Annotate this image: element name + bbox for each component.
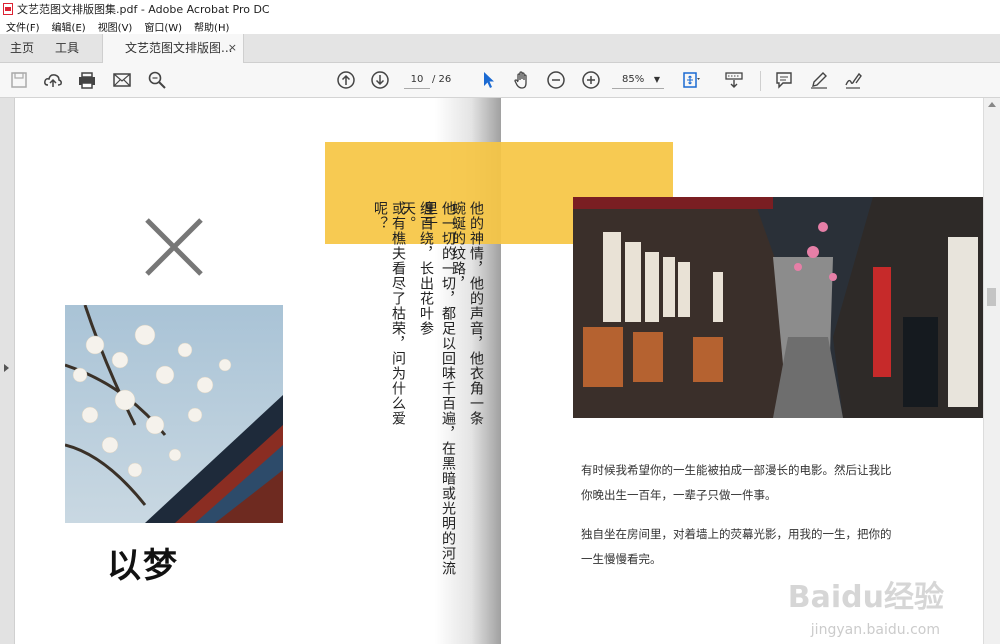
scroll-up-arrow-icon[interactable] <box>988 102 996 107</box>
upload-button[interactable] <box>42 69 64 91</box>
zoom-in-button[interactable] <box>580 69 602 91</box>
email-button[interactable] <box>111 69 133 91</box>
heading-text: 以梦 <box>107 546 179 586</box>
tab-tools[interactable]: 工具 <box>55 34 79 62</box>
vertical-text-column-4: 或有樵夫看尽了枯荣，问为什么爱呢？ <box>372 201 406 426</box>
page-total: / 26 <box>432 74 452 85</box>
vertical-scrollbar[interactable] <box>983 98 1000 644</box>
previous-page-button[interactable] <box>335 69 357 91</box>
arrow-down-circle-icon <box>371 71 389 89</box>
cloud-upload-icon <box>44 74 62 87</box>
zoom-level-value: 85% <box>622 74 645 85</box>
menu-view[interactable]: 视图(V) <box>98 19 133 34</box>
save-icon <box>11 72 27 88</box>
search-icon <box>148 71 166 89</box>
highlight-button[interactable] <box>808 69 830 91</box>
hand-tool-button[interactable] <box>511 69 533 91</box>
comment-icon <box>776 72 792 89</box>
fit-page-icon <box>683 72 700 88</box>
window-titlebar: 文艺范图文排版图集.pdf - Adobe Acrobat Pro DC <box>0 0 1000 18</box>
alley-street-photo <box>573 197 984 418</box>
pen-icon <box>811 72 827 89</box>
x-decoration-icon <box>145 218 203 276</box>
tab-document-label: 文艺范图文排版图... <box>125 41 233 55</box>
menu-edit[interactable]: 编辑(E) <box>52 19 86 34</box>
chevron-right-icon <box>4 364 9 372</box>
zoom-out-button[interactable] <box>545 69 567 91</box>
menu-file[interactable]: 文件(F) <box>6 19 40 34</box>
scroll-mode-button[interactable] <box>723 69 745 91</box>
toolbar: 10 / 26 85% ▼ <box>0 63 1000 98</box>
toolbar-divider <box>760 71 761 91</box>
select-tool-button[interactable] <box>477 69 499 91</box>
window-title: 文艺范图文排版图集.pdf - Adobe Acrobat Pro DC <box>17 3 270 16</box>
pdf-file-icon <box>3 3 13 15</box>
comment-button[interactable] <box>773 69 795 91</box>
page-layout-button[interactable] <box>680 69 702 91</box>
page-number-input[interactable]: 10 <box>404 72 430 89</box>
signature-icon <box>845 72 862 89</box>
paragraph-2-line-1: 独自坐在房间里，对着墙上的荧幕光影，用我的一生，把你的 <box>581 527 892 541</box>
minus-circle-icon <box>547 71 565 89</box>
save-button[interactable] <box>8 69 30 91</box>
baidu-watermark: Baidu经验 <box>787 580 944 615</box>
scrollbar-thumb[interactable] <box>987 288 996 306</box>
mail-icon <box>113 73 131 87</box>
zoom-level-select[interactable]: 85% ▼ <box>612 72 664 89</box>
sign-button[interactable] <box>842 69 864 91</box>
paragraph-2-line-2: 一生慢慢看完。 <box>581 552 662 566</box>
hand-icon <box>514 71 527 89</box>
paragraph-1-line-1: 有时候我希望你的一生能被拍成一部漫长的电影。然后让我比 <box>581 463 892 477</box>
paragraph-1: 有时候我希望你的一生能被拍成一部漫长的电影。然后让我比 你晚出生一百年，一辈子只… <box>581 458 921 508</box>
menu-bar: 文件(F) 编辑(E) 视图(V) 窗口(W) 帮助(H) <box>0 18 1000 34</box>
printer-icon <box>79 72 95 89</box>
tab-home[interactable]: 主页 <box>10 34 34 62</box>
keyboard-down-icon <box>725 72 743 88</box>
tab-bar: 主页 工具 文艺范图文排版图... × <box>0 34 1000 63</box>
navigation-pane-toggle[interactable] <box>0 98 15 644</box>
next-page-button[interactable] <box>369 69 391 91</box>
plus-circle-icon <box>582 71 600 89</box>
cursor-arrow-icon <box>484 72 494 88</box>
pdf-page: 以梦 他的神情，他的声音，他衣角一条蜿蜒的纹路， 他一切的一切，都足以回味千百遍… <box>15 98 984 644</box>
print-button[interactable] <box>76 69 98 91</box>
menu-window[interactable]: 窗口(W) <box>144 19 182 34</box>
magnolia-photo <box>65 305 283 523</box>
menu-help[interactable]: 帮助(H) <box>194 19 229 34</box>
chevron-down-icon: ▼ <box>653 75 660 84</box>
baidu-watermark-url: jingyan.baidu.com <box>810 622 940 638</box>
paragraph-2: 独自坐在房间里，对着墙上的荧幕光影，用我的一生，把你的 一生慢慢看完。 <box>581 522 921 572</box>
tab-close-button[interactable]: × <box>228 34 237 62</box>
find-button[interactable] <box>146 69 168 91</box>
arrow-up-circle-icon <box>337 71 355 89</box>
document-viewer[interactable]: 以梦 他的神情，他的声音，他衣角一条蜿蜒的纹路， 他一切的一切，都足以回味千百遍… <box>0 98 1000 644</box>
paragraph-1-line-2: 你晚出生一百年，一辈子只做一件事。 <box>581 488 777 502</box>
tab-document[interactable]: 文艺范图文排版图... × <box>102 34 244 63</box>
